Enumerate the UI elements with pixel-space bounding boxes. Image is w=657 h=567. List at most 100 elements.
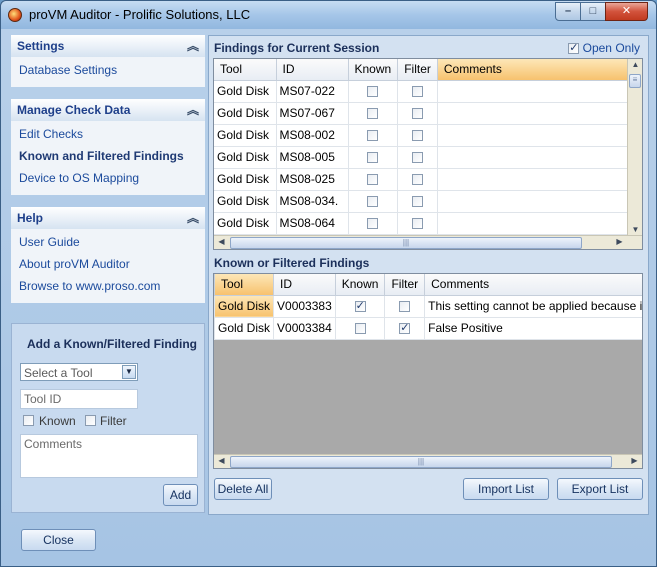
id-cell: MS08-002	[276, 124, 349, 147]
scroll-left-icon[interactable]: ◀	[214, 456, 229, 465]
comments-cell[interactable]	[437, 190, 630, 213]
collapse-chevron-icon[interactable]: ︽	[187, 99, 199, 121]
known-filtered-grid: Tool ID Known Filter Comments Gold Disk V0003…	[213, 273, 643, 469]
id-cell: V0003383	[273, 295, 336, 318]
import-list-button[interactable]: Import List	[463, 478, 549, 500]
comments-cell[interactable]: This setting cannot be applied because i…	[424, 295, 642, 318]
filter-checkbox[interactable]	[399, 321, 411, 335]
column-header[interactable]: Filter	[384, 274, 426, 296]
table-row[interactable]: Gold Disk MS08-064	[214, 212, 630, 235]
tool-cell: Gold Disk	[214, 80, 277, 103]
nav-database-settings[interactable]: Database Settings	[11, 59, 205, 81]
known-checkbox[interactable]	[354, 299, 366, 313]
known-label: Known	[39, 414, 76, 428]
known-checkbox[interactable]	[354, 323, 366, 335]
known-checkbox[interactable]	[367, 130, 379, 142]
minimize-button[interactable]: –	[555, 2, 581, 21]
nav-about[interactable]: About proVM Auditor	[11, 253, 205, 275]
filter-checkbox[interactable]	[412, 86, 424, 98]
settings-section-header[interactable]: Settings ︽	[11, 35, 205, 57]
table-row[interactable]: Gold DiskV0003383 This setting cannot be …	[214, 295, 642, 318]
filter-checkbox[interactable]	[412, 174, 424, 186]
tool-cell: Gold Disk	[214, 190, 277, 213]
known-filtered-hscroll[interactable]: ◀ ||| ▶	[214, 454, 642, 468]
table-row[interactable]: Gold DiskV0003384 False Positive	[214, 317, 642, 340]
filter-checkbox[interactable]	[85, 415, 96, 426]
scroll-right-icon[interactable]: ▶	[627, 456, 642, 465]
current-session-vscroll[interactable]: ▲ ≡ ▼	[627, 59, 642, 235]
export-list-button[interactable]: Export List	[557, 478, 643, 500]
comments-cell[interactable]	[437, 146, 630, 169]
tool-select[interactable]: Select a Tool ▼	[20, 363, 138, 381]
table-row[interactable]: Gold Disk MS07-022	[214, 80, 630, 103]
scroll-down-icon[interactable]: ▼	[628, 225, 642, 234]
table-row[interactable]: Gold Disk MS08-034.	[214, 190, 630, 213]
known-checkbox[interactable]	[367, 86, 379, 98]
comments-cell[interactable]	[437, 102, 630, 125]
comments-cell[interactable]	[437, 212, 630, 235]
filter-checkbox[interactable]	[412, 108, 424, 120]
id-cell: MS08-034.	[276, 190, 349, 213]
column-header[interactable]: ID	[276, 59, 349, 81]
nav-user-guide[interactable]: User Guide	[11, 231, 205, 253]
table-row[interactable]: Gold Disk MS07-067	[214, 102, 630, 125]
tool-cell: Gold Disk	[214, 124, 277, 147]
manage-section-header[interactable]: Manage Check Data ︽	[11, 99, 205, 121]
filter-checkbox[interactable]	[412, 196, 424, 208]
column-header[interactable]: Known	[348, 59, 399, 81]
close-button[interactable]: Close	[21, 529, 96, 551]
open-only-checkbox[interactable]	[568, 41, 580, 55]
comments-cell[interactable]	[437, 168, 630, 191]
column-header[interactable]: Comments	[424, 274, 642, 296]
comments-cell[interactable]	[437, 124, 630, 147]
delete-all-button[interactable]: Delete All	[214, 478, 272, 500]
tool-cell: Gold Disk	[214, 212, 277, 235]
vscroll-thumb[interactable]: ≡	[629, 74, 641, 88]
known-checkbox[interactable]	[367, 218, 379, 230]
maximize-button[interactable]: □	[580, 2, 606, 21]
nav-device-os-mapping[interactable]: Device to OS Mapping	[11, 167, 205, 189]
column-header[interactable]: Filter	[397, 59, 438, 81]
table-row[interactable]: Gold Disk MS08-005	[214, 146, 630, 169]
comments-input[interactable]: Comments	[20, 434, 198, 478]
current-session-hscroll[interactable]: ◀ ||| ▶	[214, 235, 642, 249]
column-header[interactable]: Comments	[437, 59, 630, 81]
known-checkbox[interactable]	[367, 108, 379, 120]
filter-checkbox[interactable]	[412, 218, 424, 230]
manage-section-title: Manage Check Data	[17, 103, 131, 117]
column-header[interactable]: Known	[335, 274, 386, 296]
table-row[interactable]: Gold Disk MS08-025	[214, 168, 630, 191]
comments-cell[interactable]: False Positive	[424, 317, 642, 340]
hscroll-thumb[interactable]: |||	[230, 237, 582, 249]
column-header[interactable]: ID	[273, 274, 336, 296]
help-section-header[interactable]: Help ︽	[11, 207, 205, 229]
collapse-chevron-icon[interactable]: ︽	[187, 35, 199, 57]
table-row[interactable]: Gold Disk MS08-002	[214, 124, 630, 147]
scroll-left-icon[interactable]: ◀	[214, 237, 229, 246]
known-checkbox[interactable]	[23, 415, 34, 426]
title-bar[interactable]: proVM Auditor - Prolific Solutions, LLC …	[1, 1, 656, 29]
column-header[interactable]: Tool	[214, 59, 277, 81]
filter-checkbox[interactable]	[399, 301, 411, 313]
nav-browse-website[interactable]: Browse to www.proso.com	[11, 275, 205, 297]
open-only-toggle[interactable]: Open Only	[568, 41, 640, 55]
collapse-chevron-icon[interactable]: ︽	[187, 207, 199, 229]
scroll-right-icon[interactable]: ▶	[612, 237, 627, 246]
hscroll-thumb[interactable]: |||	[230, 456, 612, 468]
column-header[interactable]: Tool	[214, 274, 275, 296]
known-checkbox[interactable]	[367, 152, 379, 164]
add-button[interactable]: Add	[163, 484, 198, 506]
comments-cell[interactable]	[437, 80, 630, 103]
dropdown-arrow-icon[interactable]: ▼	[122, 365, 136, 379]
current-session-title: Findings for Current Session	[214, 41, 380, 55]
scroll-up-icon[interactable]: ▲	[628, 60, 642, 69]
close-window-button[interactable]: ✕	[605, 2, 648, 21]
app-icon	[8, 8, 22, 22]
nav-edit-checks[interactable]: Edit Checks	[11, 123, 205, 145]
filter-checkbox[interactable]	[412, 152, 424, 164]
known-checkbox[interactable]	[367, 174, 379, 186]
known-checkbox[interactable]	[367, 196, 379, 208]
filter-checkbox[interactable]	[412, 130, 424, 142]
nav-known-filtered-findings[interactable]: Known and Filtered Findings	[11, 145, 205, 167]
tool-id-input[interactable]: Tool ID	[20, 389, 138, 409]
